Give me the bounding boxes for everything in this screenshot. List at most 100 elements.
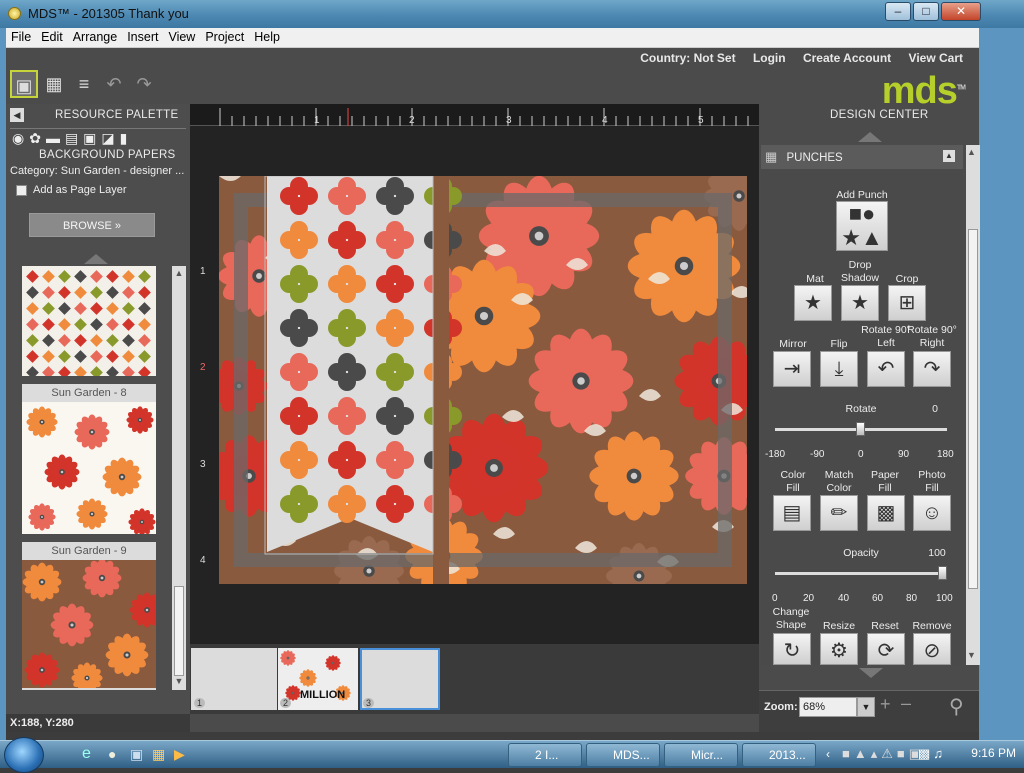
browse-button[interactable]: BROWSE »: [29, 213, 155, 237]
zoom-in-icon[interactable]: +: [880, 694, 891, 715]
page-number-1: 1: [194, 698, 206, 708]
close-button[interactable]: ✕: [941, 2, 981, 21]
paper-fill-button[interactable]: ▩: [867, 495, 905, 531]
design-center-scrollbar[interactable]: ▲ ▼: [966, 145, 980, 665]
color-fill-icon: ▤: [782, 502, 802, 524]
design-scroll-thumb[interactable]: [968, 229, 978, 589]
punches-panel: ▦ PUNCHES ▲ Add Punch ■● ★▲ Mat Drop Shad…: [761, 145, 963, 665]
design-center-title: DESIGN CENTER: [830, 109, 929, 121]
design-workspace[interactable]: 1 2 3 4 5 1 2 3 4: [190, 104, 759, 644]
scroll-down-icon[interactable]: ▼: [173, 676, 185, 688]
view-cart-link[interactable]: View Cart: [909, 51, 963, 65]
taskbar: e ● ▣ ▦ ▶ 2 I... MDS... Micr... 2013... …: [0, 737, 1024, 773]
media-icon[interactable]: ▶: [174, 746, 185, 763]
reset-button[interactable]: ⟳: [867, 633, 905, 665]
add-punch-button[interactable]: ■● ★▲: [836, 201, 888, 251]
paper-thumbnail-8[interactable]: Sun Garden - 8: [22, 384, 156, 536]
rotate-slider-knob[interactable]: [856, 422, 865, 436]
taskbar-item-2013[interactable]: 2013...: [742, 743, 816, 767]
rotate-slider-label: Rotate: [845, 403, 877, 415]
photo-fill-button[interactable]: ☺: [913, 495, 951, 531]
quicklaunch-icon[interactable]: ●: [108, 746, 116, 762]
menu-file[interactable]: File: [6, 28, 36, 44]
palette-scroll-thumb[interactable]: [174, 586, 184, 676]
rotate-tick: 180: [937, 449, 954, 460]
collapse-up-arrow-icon[interactable]: [858, 132, 882, 142]
scroll-down-icon[interactable]: ▼: [967, 650, 976, 660]
change-shape-button[interactable]: ↻: [773, 633, 811, 665]
zoom-bar: Zoom: 68% ▼ + – ⚲: [759, 690, 979, 732]
opacity-slider-knob[interactable]: [938, 566, 947, 580]
tray-expand-icon[interactable]: ‹: [826, 747, 830, 761]
rotate-left-button[interactable]: ↶: [867, 351, 905, 387]
page-view-icon[interactable]: ▣: [10, 70, 38, 98]
menu-insert[interactable]: Insert: [122, 28, 163, 44]
system-tray-icons[interactable]: ■▲▴⚠■▣: [842, 746, 925, 762]
login-link[interactable]: Login: [753, 51, 786, 65]
redo-icon[interactable]: ↷: [130, 70, 158, 98]
scroll-up-icon[interactable]: ▲: [967, 147, 976, 157]
expand-down-arrow-icon[interactable]: [859, 668, 883, 678]
mirror-button[interactable]: ⇥: [773, 351, 811, 387]
menu-arrange[interactable]: Arrange: [68, 28, 122, 44]
menu-view[interactable]: View: [163, 28, 200, 44]
minimize-button[interactable]: –: [885, 2, 911, 21]
crop-button[interactable]: ⊞: [888, 285, 926, 321]
taskbar-item-mds[interactable]: MDS...: [586, 743, 660, 767]
network-volume-icons[interactable]: ▩♫: [918, 746, 946, 762]
color-fill-button[interactable]: ▤: [773, 495, 811, 531]
resize-label: Resize: [822, 620, 856, 632]
shapes-icon: ■● ★▲: [841, 201, 883, 250]
create-account-link[interactable]: Create Account: [803, 51, 891, 65]
menu-bar: File Edit Arrange Insert View Project Help: [6, 28, 979, 48]
palette-scrollbar[interactable]: ▲ ▼: [172, 266, 186, 690]
scroll-up-icon[interactable]: ▲: [173, 268, 185, 280]
add-page-layer-checkbox[interactable]: [16, 185, 27, 196]
drop-shadow-label: Drop Shadow: [841, 259, 879, 284]
rotate-tick: 0: [858, 449, 864, 460]
mirror-icon: ⇥: [783, 358, 801, 380]
search-icon[interactable]: ⚲: [949, 694, 964, 719]
paper-thumbnail-9[interactable]: Sun Garden - 9: [22, 542, 165, 694]
scroll-up-arrow-icon[interactable]: [84, 254, 108, 264]
rotate-left-icon: ↶: [877, 358, 895, 380]
sun-garden-8-pattern: [22, 402, 156, 536]
punches-header[interactable]: ▦ PUNCHES ▲: [761, 145, 963, 169]
paper-thumbnail-7[interactable]: [22, 266, 156, 376]
remove-button[interactable]: ⊘: [913, 633, 951, 665]
zoom-input[interactable]: 68%: [799, 697, 857, 717]
collapse-section-icon[interactable]: ▲: [943, 150, 955, 162]
drop-shadow-button[interactable]: ★: [841, 285, 879, 321]
vruler-mark-3: 3: [200, 459, 206, 470]
resource-category-icons[interactable]: ◉✿▬▤▣◪▮: [12, 130, 132, 147]
ie-icon[interactable]: e: [82, 745, 91, 763]
ruler-mark-3: 3: [506, 115, 512, 126]
menu-edit[interactable]: Edit: [36, 28, 68, 44]
desktop-icon[interactable]: ▣: [130, 746, 143, 763]
remove-icon: ⊘: [923, 640, 941, 662]
vruler-mark-2: 2: [200, 362, 206, 373]
paper-fill-label: Paper Fill: [870, 469, 900, 494]
menu-help[interactable]: Help: [249, 28, 285, 44]
layout-grid-icon[interactable]: ▦: [40, 70, 68, 98]
taskbar-item-ie[interactable]: 2 I...: [508, 743, 582, 767]
zoom-dropdown-icon[interactable]: ▼: [857, 697, 875, 717]
layers-icon[interactable]: ≡: [70, 70, 98, 98]
match-color-button[interactable]: ✏: [820, 495, 858, 531]
taskbar-item-word[interactable]: Micr...: [664, 743, 738, 767]
zoom-out-icon[interactable]: –: [901, 693, 911, 714]
mat-button[interactable]: ★: [794, 285, 832, 321]
reset-label: Reset: [871, 620, 899, 632]
maximize-button[interactable]: □: [913, 2, 939, 21]
rotate-right-button[interactable]: ↷: [913, 351, 951, 387]
undo-icon[interactable]: ↶: [100, 70, 128, 98]
resize-button[interactable]: ⚙: [820, 633, 858, 665]
opacity-slider-track[interactable]: [775, 572, 947, 575]
folder-icon[interactable]: ▦: [152, 746, 165, 763]
match-color-label: Match Color: [824, 469, 854, 494]
project-page[interactable]: [219, 176, 747, 584]
menu-project[interactable]: Project: [200, 28, 249, 44]
country-link[interactable]: Country: Not Set: [640, 51, 735, 65]
collapse-left-icon[interactable]: ◀: [10, 108, 24, 122]
flip-button[interactable]: ⤓: [820, 351, 858, 387]
